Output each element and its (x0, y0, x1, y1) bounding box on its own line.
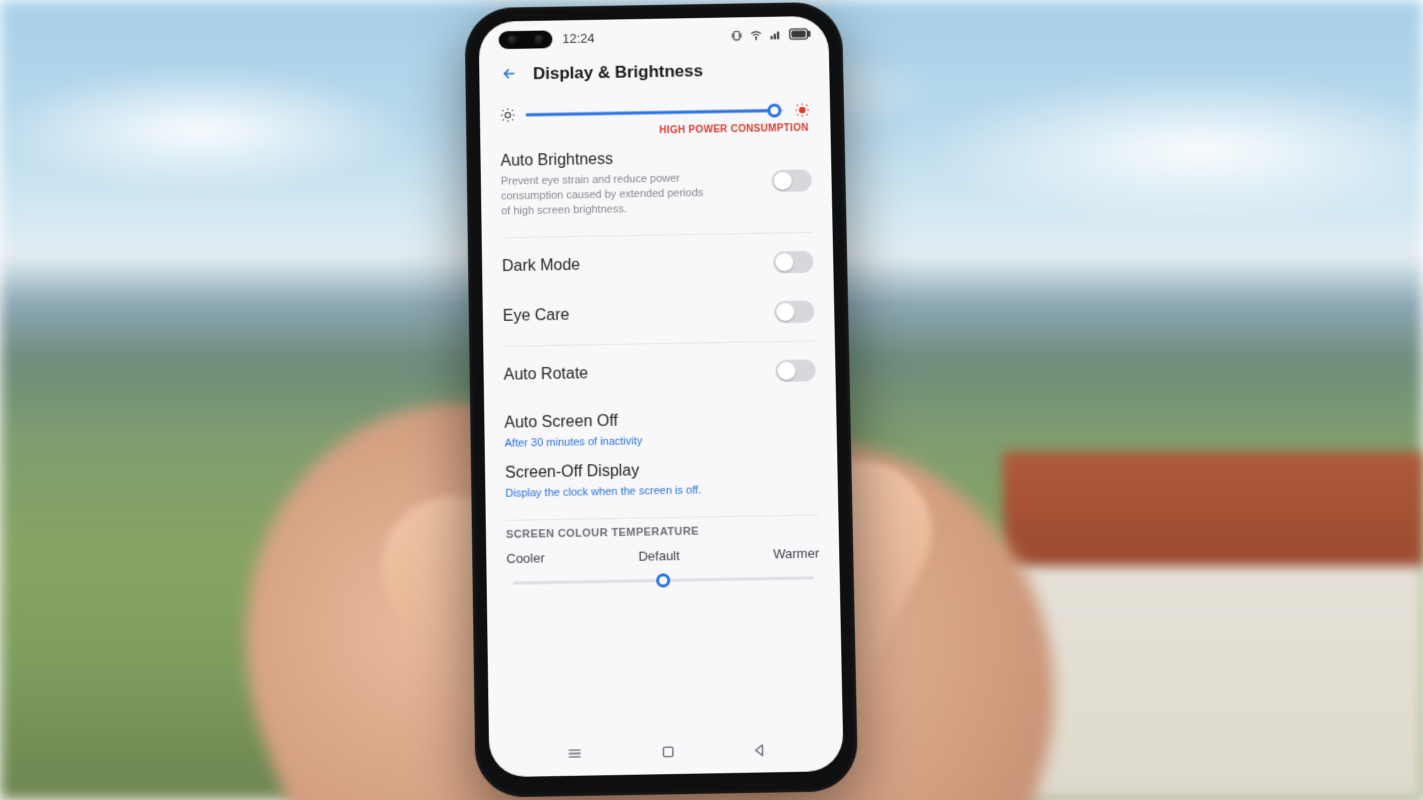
screen-off-display-desc: Display the clock when the screen is off… (505, 484, 701, 502)
page-title: Display & Brightness (533, 61, 703, 84)
colour-temp-slider[interactable] (513, 565, 814, 596)
vibrate-icon (730, 29, 743, 42)
nav-recent-button[interactable] (564, 745, 584, 762)
auto-brightness-desc: Prevent eye strain and reduce power cons… (501, 171, 711, 219)
screen-off-display-label: Screen-Off Display (505, 462, 701, 483)
colour-temp-default: Default (638, 548, 680, 564)
row-auto-brightness[interactable]: Auto Brightness Prevent eye strain and r… (500, 134, 812, 233)
menu-icon (564, 745, 584, 762)
phone: 12:24 Display & Brightness (464, 2, 858, 798)
wifi-icon (749, 28, 763, 41)
signal-icon (769, 28, 783, 41)
square-icon (660, 744, 676, 760)
brightness-slider-fill (526, 109, 774, 116)
row-auto-rotate[interactable]: Auto Rotate (503, 345, 816, 400)
colour-temp-labels: Cooler Default Warmer (506, 546, 819, 567)
separator (506, 515, 819, 521)
brightness-slider[interactable] (526, 101, 785, 123)
battery-icon (789, 28, 811, 40)
nav-back-button[interactable] (752, 742, 768, 758)
brightness-slider-thumb[interactable] (767, 104, 781, 118)
row-dark-mode[interactable]: Dark Mode (502, 236, 814, 291)
colour-temp-warmer: Warmer (773, 546, 819, 562)
dark-mode-toggle[interactable] (773, 250, 813, 273)
triangle-left-icon (752, 742, 768, 758)
colour-temp-cooler: Cooler (506, 551, 545, 567)
phone-screen[interactable]: 12:24 Display & Brightness (479, 16, 844, 778)
auto-screen-off-label: Auto Screen Off (504, 412, 642, 432)
background-roof (1003, 280, 1423, 800)
row-auto-screen-off[interactable]: Auto Screen Off After 30 minutes of inac… (504, 395, 817, 457)
brightness-high-icon (794, 102, 810, 118)
settings-content[interactable]: HIGH POWER CONSUMPTION Auto Brightness P… (480, 93, 843, 733)
nav-home-button[interactable] (660, 744, 676, 760)
status-icons (730, 27, 811, 41)
status-time: 12:24 (562, 30, 595, 45)
eye-care-toggle[interactable] (774, 300, 814, 323)
auto-brightness-toggle[interactable] (772, 170, 812, 193)
eye-care-label: Eye Care (503, 306, 570, 325)
brightness-low-icon (500, 107, 516, 123)
auto-brightness-label: Auto Brightness (500, 149, 709, 170)
dark-mode-label: Dark Mode (502, 256, 580, 275)
row-screen-off-display[interactable]: Screen-Off Display Display the clock whe… (505, 452, 818, 516)
arrow-left-icon (499, 66, 519, 82)
auto-rotate-label: Auto Rotate (504, 365, 589, 384)
row-eye-care[interactable]: Eye Care (502, 286, 814, 341)
colour-temp-thumb[interactable] (656, 574, 670, 588)
brightness-slider-row (500, 101, 811, 124)
colour-temp-section-label: SCREEN COLOUR TEMPERATURE (506, 524, 819, 542)
page-header: Display & Brightness (479, 51, 830, 99)
auto-rotate-toggle[interactable] (775, 359, 815, 382)
auto-screen-off-desc: After 30 minutes of inactivity (505, 434, 643, 451)
system-navbar (489, 727, 844, 778)
back-button[interactable] (499, 66, 519, 82)
camera-cutout (499, 30, 553, 49)
